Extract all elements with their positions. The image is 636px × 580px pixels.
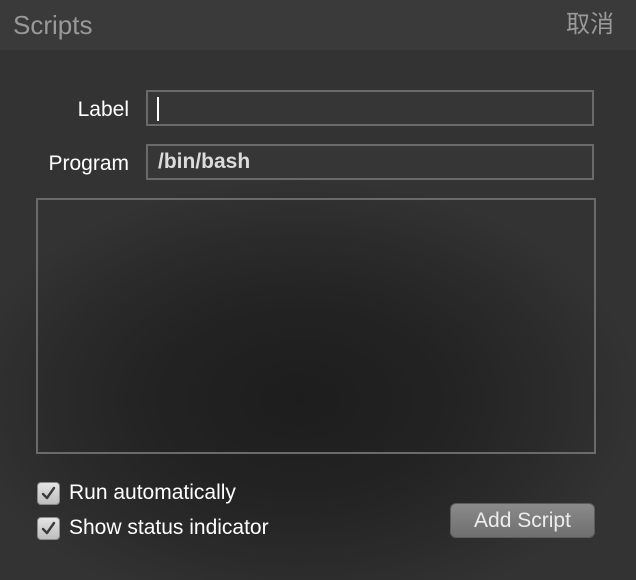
text-cursor — [157, 97, 159, 121]
scripts-dialog: Scripts 取消 Label Program Run automatical… — [0, 0, 636, 580]
program-field-label: Program — [48, 152, 129, 175]
checkmark-icon — [41, 521, 56, 534]
dialog-title: Scripts — [13, 10, 93, 40]
show-status-indicator-label: Show status indicator — [69, 516, 269, 539]
run-automatically-option[interactable]: Run automatically — [37, 480, 236, 506]
run-automatically-label: Run automatically — [69, 481, 236, 504]
show-status-indicator-checkbox[interactable] — [37, 516, 60, 540]
checkmark-icon — [41, 486, 56, 499]
show-status-indicator-option[interactable]: Show status indicator — [37, 515, 269, 541]
add-script-button[interactable]: Add Script — [450, 503, 595, 538]
run-automatically-checkbox[interactable] — [37, 481, 60, 505]
cancel-button[interactable]: 取消 — [566, 10, 614, 40]
title-bar: Scripts 取消 — [0, 0, 636, 50]
script-editor[interactable] — [36, 198, 596, 454]
label-field-label: Label — [77, 98, 129, 121]
label-input[interactable] — [146, 90, 594, 126]
program-input[interactable] — [146, 144, 594, 180]
